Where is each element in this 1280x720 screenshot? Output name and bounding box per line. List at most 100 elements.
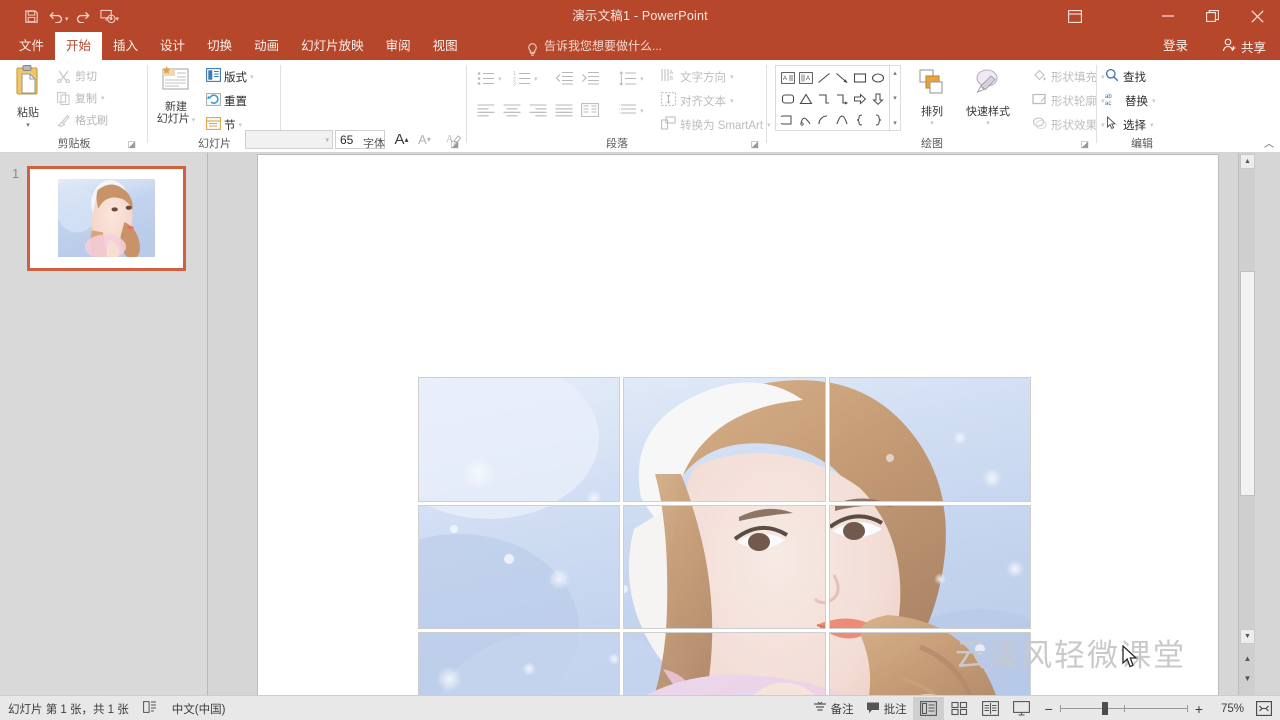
text-direction-dropdown-icon[interactable]: ▾ bbox=[730, 73, 734, 81]
tab-review[interactable]: 审阅 bbox=[375, 32, 422, 60]
close-button[interactable] bbox=[1235, 0, 1280, 32]
quick-styles-dropdown-icon[interactable]: ▾ bbox=[986, 119, 990, 127]
right-arrow-shape-icon[interactable] bbox=[851, 89, 868, 108]
align-right-button[interactable] bbox=[527, 100, 549, 120]
scroll-up-button[interactable]: ▲ bbox=[1240, 154, 1255, 169]
bullets-dropdown-icon[interactable]: ▾ bbox=[498, 75, 502, 83]
replace-button[interactable]: ab ac 替换 ▾ bbox=[1105, 92, 1156, 109]
zoom-level-label[interactable]: 75% bbox=[1210, 703, 1244, 715]
replace-dropdown-icon[interactable]: ▾ bbox=[1152, 97, 1156, 105]
new-slide-button[interactable]: 新建 幻灯片 ▾ bbox=[154, 64, 198, 134]
shapes-gallery-scroll[interactable]: ▴ ▾ ▾ bbox=[889, 66, 900, 130]
convert-to-smartart-button[interactable]: 转换为 SmartArt ▾ bbox=[661, 116, 771, 133]
clipboard-dialog-launcher[interactable]: ◪ bbox=[127, 139, 136, 150]
slide-vertical-scrollbar[interactable]: ▲ ▼ ▲ ▼ bbox=[1238, 153, 1255, 695]
picture-tile[interactable] bbox=[623, 632, 826, 695]
shapes-scroll-down-icon[interactable]: ▾ bbox=[893, 94, 897, 102]
line-spacing-button[interactable] bbox=[617, 68, 639, 88]
collapse-ribbon-button[interactable]: ︿ bbox=[1264, 135, 1274, 150]
shapes-gallery[interactable]: A A ▴ ▾ ▾ bbox=[775, 65, 901, 131]
shapes-gallery-more-icon[interactable]: ▾ bbox=[893, 119, 897, 127]
right-brace-shape-icon[interactable] bbox=[869, 110, 886, 129]
paste-button[interactable]: 粘贴 ▾ bbox=[6, 64, 50, 130]
tab-design[interactable]: 设计 bbox=[149, 32, 196, 60]
tab-view[interactable]: 视图 bbox=[422, 32, 469, 60]
picture-tile[interactable] bbox=[418, 377, 621, 502]
sign-in-button[interactable]: 登录 bbox=[1163, 32, 1188, 60]
section-button[interactable]: 节 ▾ bbox=[206, 116, 242, 133]
select-button[interactable]: 选择 ▾ bbox=[1105, 115, 1154, 133]
vertical-text-box-shape-icon[interactable]: A bbox=[797, 68, 814, 87]
picture-grid[interactable] bbox=[418, 377, 1031, 695]
slide-canvas[interactable]: 云淡风轻微课堂 bbox=[258, 155, 1218, 695]
scroll-down-button[interactable]: ▼ bbox=[1240, 629, 1255, 644]
paragraph-dialog-launcher[interactable]: ◪ bbox=[750, 139, 759, 150]
columns-button[interactable] bbox=[579, 100, 601, 120]
bullets-button[interactable] bbox=[475, 68, 497, 88]
text-box-shape-icon[interactable]: A bbox=[779, 68, 796, 87]
left-brace-shape-icon[interactable] bbox=[851, 110, 868, 129]
tell-me-search[interactable]: 告诉我您想要做什么... bbox=[527, 32, 662, 60]
align-left-button[interactable] bbox=[475, 100, 497, 120]
justify-button[interactable] bbox=[553, 100, 575, 120]
view-slide-sorter-button[interactable] bbox=[944, 697, 975, 720]
share-button[interactable]: 共享 bbox=[1216, 32, 1272, 60]
oval-shape-icon[interactable] bbox=[869, 68, 886, 87]
drawing-dialog-launcher[interactable]: ◪ bbox=[1080, 139, 1089, 150]
next-slide-button[interactable]: ▼ bbox=[1240, 671, 1255, 686]
font-dialog-launcher[interactable]: ◪ bbox=[450, 139, 459, 150]
shapes-scroll-up-icon[interactable]: ▴ bbox=[893, 69, 897, 77]
thumbnail-item[interactable] bbox=[27, 166, 186, 271]
zoom-control[interactable]: − + 75% bbox=[1037, 701, 1252, 717]
line-spacing-dropdown-icon[interactable]: ▾ bbox=[640, 75, 644, 83]
maximize-restore-button[interactable] bbox=[1190, 0, 1235, 32]
view-normal-button[interactable] bbox=[912, 697, 944, 720]
align-center-button[interactable] bbox=[501, 100, 523, 120]
thumbnail-pane-scrollbar[interactable] bbox=[197, 153, 206, 695]
freeform-shape-icon[interactable] bbox=[797, 110, 814, 129]
tab-animations[interactable]: 动画 bbox=[243, 32, 290, 60]
text-direction-button[interactable]: AB 文字方向 ▾ bbox=[661, 68, 734, 85]
picture-tile[interactable] bbox=[623, 504, 826, 630]
section-dropdown-icon[interactable]: ▾ bbox=[239, 121, 243, 129]
tab-home[interactable]: 开始 bbox=[55, 32, 103, 60]
zoom-out-button[interactable]: − bbox=[1045, 701, 1053, 717]
new-slide-dropdown-icon[interactable]: ▾ bbox=[190, 117, 196, 124]
rounded-rectangle-shape-icon[interactable] bbox=[779, 89, 796, 108]
comments-button[interactable]: 批注 bbox=[860, 696, 913, 720]
layout-button[interactable]: 版式 ▾ bbox=[206, 68, 254, 85]
arrow-shape-icon[interactable] bbox=[833, 68, 850, 87]
select-dropdown-icon[interactable]: ▾ bbox=[1150, 121, 1154, 129]
previous-slide-button[interactable]: ▲ bbox=[1240, 651, 1255, 666]
tab-insert[interactable]: 插入 bbox=[102, 32, 149, 60]
elbow-connector-shape-icon[interactable] bbox=[815, 89, 832, 108]
reset-button[interactable]: 重置 bbox=[206, 92, 247, 109]
numbering-button[interactable]: 123 bbox=[511, 68, 533, 88]
align-text-button[interactable]: 对齐文本 ▾ bbox=[661, 92, 734, 109]
zoom-slider-handle[interactable] bbox=[1101, 702, 1108, 715]
view-slideshow-button[interactable] bbox=[1006, 697, 1037, 720]
arrange-button[interactable]: 排列 ▾ bbox=[912, 68, 952, 127]
zoom-in-button[interactable]: + bbox=[1195, 701, 1203, 717]
find-button[interactable]: 查找 bbox=[1105, 68, 1146, 85]
increase-indent-button[interactable] bbox=[579, 68, 601, 88]
paste-dropdown-icon[interactable]: ▾ bbox=[26, 121, 30, 129]
view-reading-button[interactable] bbox=[975, 697, 1006, 720]
tab-file[interactable]: 文件 bbox=[8, 32, 55, 60]
flowchart-shape-icon[interactable] bbox=[779, 110, 796, 129]
minimize-button[interactable] bbox=[1145, 0, 1190, 32]
arc-shape-icon[interactable] bbox=[815, 110, 832, 129]
tab-transitions[interactable]: 切换 bbox=[196, 32, 243, 60]
arrange-dropdown-icon[interactable]: ▾ bbox=[930, 119, 934, 127]
zoom-slider[interactable] bbox=[1059, 702, 1188, 715]
rectangle-shape-icon[interactable] bbox=[851, 68, 868, 87]
picture-tile[interactable] bbox=[418, 504, 621, 630]
thumbnail-frame[interactable] bbox=[27, 166, 186, 271]
picture-tile[interactable] bbox=[828, 504, 1031, 630]
line-shape-icon[interactable] bbox=[815, 68, 832, 87]
down-arrow-shape-icon[interactable] bbox=[869, 89, 886, 108]
decrease-indent-button[interactable] bbox=[553, 68, 575, 88]
numbering-dropdown-icon[interactable]: ▾ bbox=[534, 75, 538, 83]
quick-styles-button[interactable]: 快速样式 ▾ bbox=[960, 68, 1016, 127]
align-text-dropdown-icon[interactable]: ▾ bbox=[730, 97, 734, 105]
